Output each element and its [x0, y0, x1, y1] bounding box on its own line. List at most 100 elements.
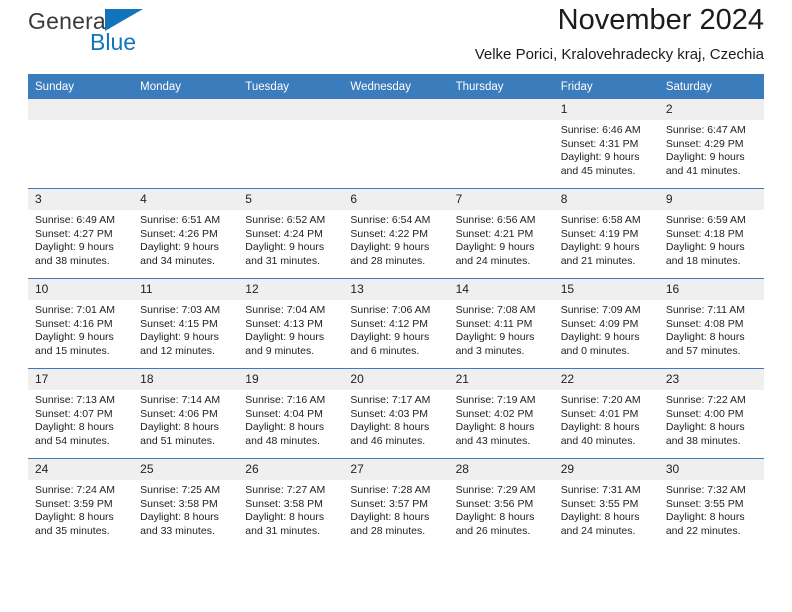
- calendar-day-cell[interactable]: 4 Sunrise: 6:51 AM Sunset: 4:26 PM Daylight…: [133, 188, 239, 279]
- day-number: 17: [28, 369, 134, 390]
- weekday-header-thursday: Thursday: [448, 74, 554, 99]
- calendar-day-cell[interactable]: 25 Sunrise: 7:25 AM Sunset: 3:58 PM Dayligh…: [133, 458, 239, 548]
- title-block: November 2024 Velke Porici, Kralovehrade…: [475, 0, 764, 66]
- sunset-text: Sunset: 4:06 PM: [140, 407, 218, 420]
- daylight-text-line2: and 41 minutes.: [665, 164, 741, 177]
- day-number: 11: [133, 279, 239, 300]
- sunrise-text: Sunrise: 6:58 AM: [560, 214, 641, 226]
- calendar-grid: Sunday Monday Tuesday Wednesday Thursday…: [28, 74, 764, 548]
- calendar-day-cell[interactable]: 8 Sunrise: 6:58 AM Sunset: 4:19 PM Daylight…: [553, 188, 659, 279]
- sunset-text: Sunset: 4:16 PM: [35, 317, 113, 330]
- calendar-day-cell[interactable]: 13 Sunrise: 7:06 AM Sunset: 4:12 PM Dayligh…: [343, 278, 449, 369]
- calendar-day-cell[interactable]: 1 Sunrise: 6:46 AM Sunset: 4:31 PM Daylight…: [553, 99, 659, 189]
- sunset-text: Sunset: 3:58 PM: [140, 497, 218, 510]
- page-header: General Blue November 2024 Velke Porici,…: [28, 0, 764, 74]
- calendar-day-cell[interactable]: 24 Sunrise: 7:24 AM Sunset: 3:59 PM Dayligh…: [28, 458, 134, 548]
- calendar-day-cell[interactable]: 23 Sunrise: 7:22 AM Sunset: 4:00 PM Dayligh…: [658, 368, 764, 459]
- calendar-day-cell[interactable]: 19 Sunrise: 7:16 AM Sunset: 4:04 PM Dayligh…: [238, 368, 344, 459]
- calendar-day-cell[interactable]: 16 Sunrise: 7:11 AM Sunset: 4:08 PM Dayligh…: [658, 278, 764, 369]
- day-sun-info: Sunrise: 7:22 AM Sunset: 4:00 PM Daylight:…: [659, 390, 764, 448]
- day-number: [343, 99, 449, 120]
- sunrise-text: Sunrise: 7:31 AM: [560, 484, 641, 496]
- day-sun-info: Sunrise: 7:09 AM Sunset: 4:09 PM Daylight:…: [554, 300, 659, 358]
- calendar-day-cell[interactable]: 20 Sunrise: 7:17 AM Sunset: 4:03 PM Dayligh…: [343, 368, 449, 459]
- day-number: 20: [343, 369, 449, 390]
- day-sun-info: [449, 120, 554, 124]
- calendar-day-cell-empty: [28, 99, 134, 189]
- calendar-day-cell[interactable]: 29 Sunrise: 7:31 AM Sunset: 3:55 PM Dayligh…: [553, 458, 659, 548]
- sunrise-text: Sunrise: 7:20 AM: [560, 394, 641, 406]
- calendar-day-cell[interactable]: 21 Sunrise: 7:19 AM Sunset: 4:02 PM Dayligh…: [448, 368, 554, 459]
- day-sun-info: Sunrise: 6:49 AM Sunset: 4:27 PM Daylight:…: [28, 210, 133, 268]
- sunrise-text: Sunrise: 7:14 AM: [140, 394, 221, 406]
- sunset-text: Sunset: 4:24 PM: [245, 227, 323, 240]
- day-sun-info: Sunrise: 7:17 AM Sunset: 4:03 PM Daylight:…: [343, 390, 448, 448]
- calendar-day-cell[interactable]: 28 Sunrise: 7:29 AM Sunset: 3:56 PM Dayligh…: [448, 458, 554, 548]
- calendar-day-cell[interactable]: 30 Sunrise: 7:32 AM Sunset: 3:55 PM Dayligh…: [658, 458, 764, 548]
- brand-name-primary: General: [28, 8, 112, 34]
- sunset-text: Sunset: 4:18 PM: [665, 227, 744, 240]
- day-sun-info: Sunrise: 7:31 AM Sunset: 3:55 PM Daylight:…: [554, 480, 659, 538]
- sunset-text: Sunset: 3:57 PM: [350, 497, 429, 510]
- daylight-text-line2: and 31 minutes.: [245, 524, 320, 537]
- calendar-body: 1 Sunrise: 6:46 AM Sunset: 4:31 PM Daylight…: [28, 99, 764, 548]
- sunrise-text: Sunrise: 7:22 AM: [665, 394, 746, 406]
- sunset-text: Sunset: 4:03 PM: [350, 407, 429, 420]
- calendar-day-cell[interactable]: 5 Sunrise: 6:52 AM Sunset: 4:24 PM Daylight…: [238, 188, 344, 279]
- day-number: 5: [238, 189, 344, 210]
- calendar-day-cell[interactable]: 3 Sunrise: 6:49 AM Sunset: 4:27 PM Daylight…: [28, 188, 134, 279]
- daylight-text-line2: and 24 minutes.: [455, 254, 531, 267]
- calendar-day-cell[interactable]: 15 Sunrise: 7:09 AM Sunset: 4:09 PM Dayligh…: [553, 278, 659, 369]
- daylight-text-line2: and 22 minutes.: [665, 524, 741, 537]
- calendar-day-cell[interactable]: 17 Sunrise: 7:13 AM Sunset: 4:07 PM Dayligh…: [28, 368, 134, 459]
- day-number: 15: [553, 279, 659, 300]
- sunset-text: Sunset: 4:04 PM: [245, 407, 323, 420]
- brand-logo-text-general: General: [28, 8, 144, 34]
- calendar-day-cell[interactable]: 2 Sunrise: 6:47 AM Sunset: 4:29 PM Daylight…: [658, 99, 764, 189]
- weekday-header-monday: Monday: [133, 74, 239, 99]
- daylight-text-line1: Daylight: 9 hours: [560, 331, 640, 344]
- sunrise-text: Sunrise: 7:16 AM: [245, 394, 326, 406]
- calendar-day-cell-empty: [238, 99, 344, 189]
- day-sun-info: Sunrise: 7:01 AM Sunset: 4:16 PM Daylight:…: [28, 300, 133, 358]
- sunset-text: Sunset: 4:02 PM: [455, 407, 534, 420]
- calendar-day-cell[interactable]: 9 Sunrise: 6:59 AM Sunset: 4:18 PM Daylight…: [658, 188, 764, 279]
- daylight-text-line2: and 38 minutes.: [35, 254, 110, 267]
- calendar-day-cell[interactable]: 26 Sunrise: 7:27 AM Sunset: 3:58 PM Dayligh…: [238, 458, 344, 548]
- daylight-text-line2: and 24 minutes.: [560, 524, 636, 537]
- calendar-day-cell[interactable]: 27 Sunrise: 7:28 AM Sunset: 3:57 PM Dayligh…: [343, 458, 449, 548]
- daylight-text-line2: and 46 minutes.: [350, 434, 426, 447]
- calendar-day-cell[interactable]: 12 Sunrise: 7:04 AM Sunset: 4:13 PM Dayligh…: [238, 278, 344, 369]
- brand-logo[interactable]: General Blue: [28, 0, 268, 54]
- day-sun-info: Sunrise: 7:32 AM Sunset: 3:55 PM Daylight:…: [659, 480, 764, 538]
- calendar-day-cell[interactable]: 18 Sunrise: 7:14 AM Sunset: 4:06 PM Dayligh…: [133, 368, 239, 459]
- sunset-text: Sunset: 4:15 PM: [140, 317, 218, 330]
- daylight-text-line2: and 6 minutes.: [350, 344, 420, 357]
- day-sun-info: [238, 120, 343, 124]
- calendar-day-cell[interactable]: 6 Sunrise: 6:54 AM Sunset: 4:22 PM Daylight…: [343, 188, 449, 279]
- weekday-header-friday: Friday: [553, 74, 659, 99]
- location-subtitle: Velke Porici, Kralovehradecky kraj, Czec…: [474, 46, 764, 63]
- day-number: 28: [448, 459, 554, 480]
- daylight-text-line1: Daylight: 8 hours: [665, 421, 745, 434]
- day-number: 3: [28, 189, 134, 210]
- calendar-header-row: Sunday Monday Tuesday Wednesday Thursday…: [28, 74, 764, 99]
- calendar-day-cell[interactable]: 11 Sunrise: 7:03 AM Sunset: 4:15 PM Dayligh…: [133, 278, 239, 369]
- calendar-day-cell[interactable]: 14 Sunrise: 7:08 AM Sunset: 4:11 PM Dayligh…: [448, 278, 554, 369]
- calendar-day-cell-empty: [343, 99, 449, 189]
- daylight-text-line1: Daylight: 9 hours: [665, 241, 745, 254]
- day-sun-info: Sunrise: 6:54 AM Sunset: 4:22 PM Daylight:…: [343, 210, 448, 268]
- day-number: 8: [553, 189, 659, 210]
- daylight-text-line1: Daylight: 8 hours: [140, 421, 219, 434]
- day-sun-info: [28, 120, 133, 124]
- calendar-day-cell[interactable]: 22 Sunrise: 7:20 AM Sunset: 4:01 PM Dayligh…: [553, 368, 659, 459]
- day-number: 14: [448, 279, 554, 300]
- sunrise-text: Sunrise: 7:11 AM: [665, 304, 746, 316]
- day-number: 29: [553, 459, 659, 480]
- calendar-day-cell[interactable]: 10 Sunrise: 7:01 AM Sunset: 4:16 PM Dayligh…: [28, 278, 134, 369]
- sunrise-text: Sunrise: 6:46 AM: [560, 124, 641, 136]
- day-number: 10: [28, 279, 134, 300]
- sunset-text: Sunset: 4:12 PM: [350, 317, 429, 330]
- calendar-day-cell[interactable]: 7 Sunrise: 6:56 AM Sunset: 4:21 PM Daylight…: [448, 188, 554, 279]
- daylight-text-line2: and 51 minutes.: [140, 434, 215, 447]
